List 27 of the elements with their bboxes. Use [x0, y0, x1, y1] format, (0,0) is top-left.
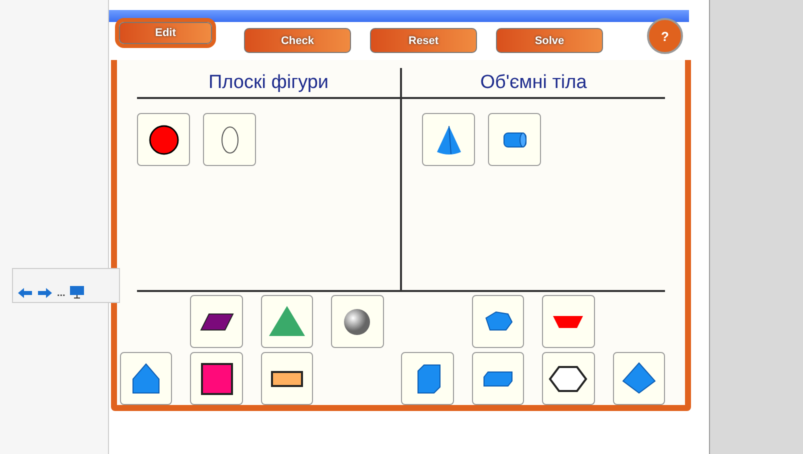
shape-tile[interactable]	[612, 352, 665, 405]
tab[interactable]: Check	[244, 28, 351, 53]
shape-tile[interactable]	[190, 295, 243, 348]
shape-tile[interactable]	[542, 352, 595, 405]
help-button[interactable]: ?	[647, 18, 683, 54]
more-button[interactable]: ...	[57, 288, 66, 299]
shape-tile[interactable]	[472, 295, 524, 348]
column-heading: Плоскі фігури	[137, 68, 400, 99]
monitor-icon[interactable]	[69, 285, 86, 299]
shape-tile[interactable]	[472, 352, 524, 405]
shape-tile[interactable]	[488, 113, 541, 166]
forward-arrow-icon[interactable]	[37, 287, 53, 299]
trapezoid-icon	[553, 316, 584, 328]
shape-tile[interactable]	[260, 352, 314, 405]
shape-tile[interactable]	[203, 113, 256, 166]
back-arrow-icon[interactable]	[17, 287, 33, 299]
shape-tile[interactable]	[260, 295, 314, 348]
shape-tile[interactable]	[190, 352, 243, 405]
shape-tile[interactable]	[542, 295, 595, 348]
shape-tile[interactable]	[331, 295, 384, 348]
shape-tile[interactable]	[401, 352, 454, 405]
shape-tile[interactable]	[422, 113, 475, 166]
tab[interactable]: Reset	[370, 28, 477, 53]
tab[interactable]: Solve	[496, 28, 603, 53]
shape-tile[interactable]	[137, 113, 190, 166]
column-heading: Об'ємні тіла	[402, 68, 665, 99]
shape-tile[interactable]	[120, 352, 172, 405]
